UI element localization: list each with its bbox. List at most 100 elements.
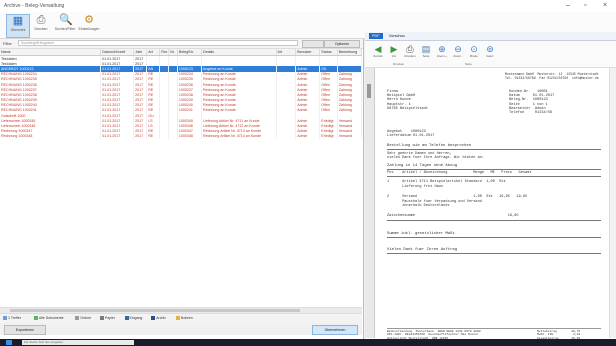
fit-page-icon: ⊚ <box>486 44 494 54</box>
table-cell: Erledigt <box>319 133 338 139</box>
toolbar-button-label: Zurück <box>373 54 383 58</box>
fit-page-button[interactable]: ⊚ Ganz <box>483 44 497 58</box>
color-swatch-icon <box>99 316 104 321</box>
back-button[interactable]: ◀ Zurück <box>371 44 385 58</box>
sum-heading: Summe inkl. gesetzlicher MwSt. <box>387 232 458 236</box>
company-address: Mustermann GmbH Musterstr. 12 12345 Must… <box>505 72 599 81</box>
document-list-pane: Filter Suchbegriff eingeben Optionen Nam… <box>0 39 364 346</box>
print-button[interactable]: ⎙ Drucken <box>30 14 52 36</box>
clear-filter-button[interactable] <box>302 40 324 48</box>
left-footer: Exportieren Übernehmen <box>0 323 362 335</box>
subtotal-line: Zwischensumme 19,95 <box>387 214 519 218</box>
status-filter-chip[interactable]: Notizen <box>175 316 193 321</box>
table-cell: 01.01.2017 <box>100 133 135 139</box>
status-chip-label: Archiv <box>156 316 166 320</box>
viewer-tabs: PDF Vorschau <box>365 32 616 41</box>
settings-button[interactable]: ⚙ Einstellungen <box>78 14 100 36</box>
toolbar-button-label: Vor <box>391 54 397 58</box>
forward-button[interactable]: ▶ Vor <box>387 44 401 58</box>
toolbar-button-label: Zoom + <box>436 54 448 58</box>
print-icon: ⎙ <box>36 14 46 26</box>
toolbar-button-label: Drucken <box>404 54 416 58</box>
subject-meta: Angebot 1000123 Lieferdatum 01.01.2017 <box>387 130 435 139</box>
status-filter-chip[interactable]: Ordner <box>75 316 91 321</box>
status-bar: 1 Treffer Alle Dokumente Ordner Papier Einga… <box>0 313 362 323</box>
status-filter-chip[interactable]: Alle Dokumente <box>33 316 64 321</box>
minimize-button[interactable]: – <box>566 2 570 9</box>
status-chip-label: 1 Treffer <box>8 316 21 320</box>
status-chip-label: Eingang <box>129 316 143 320</box>
zoom-in-button[interactable]: ⊕ Zoom + <box>435 44 449 58</box>
table-cell: RE <box>146 133 161 139</box>
os-taskbar: Zur Suche Text hier eingeben <box>0 339 616 346</box>
page-thumbnail-sidebar[interactable] <box>365 68 375 338</box>
ribbon-button-label: Suchen/Filter <box>54 27 76 31</box>
intro-text: Sehr geehrte Damen und Herren, vielen Da… <box>387 152 485 161</box>
closing-heading: Vielen Dank fuer Ihren Auftrag <box>387 248 458 252</box>
filter-label: Filter <box>3 41 12 46</box>
filter-options-button[interactable]: Optionen <box>324 40 360 48</box>
search-button[interactable]: 🔍 Suchen/Filter <box>54 14 76 36</box>
toolbar-group-label: Seite <box>465 62 472 66</box>
items-table-header: Pos Artikel / Bezeichnung Menge ME Preis… <box>387 171 532 175</box>
item-line: Pauschale fuer Verpackung und Versand in… <box>402 200 482 209</box>
title-bar: Archive - Beleg-Verwaltung – ▫ × <box>0 0 616 12</box>
toolbar-button-label: Seite <box>422 54 430 58</box>
ribbon-button-label: Einstellungen <box>78 27 100 31</box>
export-button[interactable]: Exportieren <box>4 325 46 335</box>
status-chip-label: Alle Dokumente <box>38 316 64 320</box>
table-cell: Rechnung Artikel Nr. 4714 an Kunde <box>201 133 277 139</box>
document-info: Kunden-Nr. 10001 Datum 01.01.2017 Beleg-… <box>509 90 555 116</box>
item-line: Lieferung frei Haus <box>387 185 444 189</box>
table-cell <box>159 133 170 139</box>
maximize-button[interactable]: ▫ <box>584 2 586 9</box>
close-button[interactable]: × <box>603 2 607 9</box>
color-swatch-icon <box>33 316 38 321</box>
fit-width-icon: ⊙ <box>470 44 478 54</box>
filter-input[interactable]: Suchbegriff eingeben <box>18 40 298 46</box>
toolbar-group-label: Drucken <box>393 62 405 66</box>
print-button[interactable]: ⎙ Drucken <box>403 44 417 58</box>
ribbon-button-label: Übersicht <box>10 28 26 32</box>
viewer-vertical-scrollbar[interactable] <box>609 68 616 338</box>
viewer-toolbar: Drucken Seite ◀ Zurück ▶ Vor ⎙ Drucken ▤ Seite ⊕… <box>365 41 616 68</box>
document-viewer-pane: PDF Vorschau Drucken Seite ◀ Zurück ▶ Vor ⎙ Dr… <box>365 32 616 346</box>
back-icon: ◀ <box>374 44 382 54</box>
color-swatch-icon <box>175 316 180 321</box>
grid-button[interactable]: ▦ Übersicht <box>6 14 30 38</box>
ribbon-button-label: Drucken <box>34 27 48 31</box>
search-icon: 🔍 <box>59 14 73 26</box>
status-filter-chip[interactable]: Papier <box>99 316 115 321</box>
start-button[interactable] <box>6 340 12 345</box>
page-icon: ▤ <box>421 44 431 54</box>
viewer-tab[interactable]: Vorschau <box>386 33 408 39</box>
fit-width-button[interactable]: ⊙ Breite <box>467 44 481 58</box>
document-table: Name Datum/Uhrzeit Jahr Art Rm. Nr. Beleg/Nr. D… <box>0 49 363 139</box>
settings-icon: ⚙ <box>84 14 94 26</box>
page-button[interactable]: ▤ Seite <box>419 44 433 58</box>
print-icon: ⎙ <box>406 44 414 54</box>
table-row[interactable]: Rechnung 1000348 01.01.2017 2017 RE 1000348 R… <box>0 133 363 139</box>
viewer-tab[interactable]: PDF <box>369 33 383 39</box>
status-chip-label: Notizen <box>180 316 193 320</box>
recipient-address: Firma Beispiel GmbH Herrn Kunde Hauptstr… <box>387 90 428 111</box>
toolbar-button-label: Ganz <box>486 54 494 58</box>
zoom-out-button[interactable]: ⊖ Zoom - <box>451 44 465 58</box>
scrollbar-thumb[interactable] <box>10 309 300 312</box>
item-line: 2 Versand 1,00 Stk 19,95 19,95 <box>387 195 528 199</box>
grid-icon: ▦ <box>12 15 24 27</box>
color-swatch-icon <box>124 316 129 321</box>
payment-heading: Zahlung in 14 Tagen ohne Abzug <box>387 164 458 168</box>
taskbar-search[interactable]: Zur Suche Text hier eingeben <box>22 340 134 345</box>
status-filter-chip[interactable]: Archiv <box>151 316 166 321</box>
sidebar-grip[interactable] <box>367 84 371 98</box>
status-filter-chip[interactable]: Eingang <box>124 316 143 321</box>
color-swatch-icon <box>151 316 156 321</box>
table-cell: Versand <box>337 133 363 139</box>
table-cell: Rechnung 1000348 <box>0 133 102 139</box>
filter-bar: Filter Suchbegriff eingeben Optionen <box>0 39 363 49</box>
toolbar-button-label: Breite <box>470 54 478 58</box>
toolbar-button-label: Zoom - <box>453 54 463 58</box>
apply-button[interactable]: Übernehmen <box>312 325 358 335</box>
status-filter-chip[interactable]: 1 Treffer <box>3 316 21 321</box>
